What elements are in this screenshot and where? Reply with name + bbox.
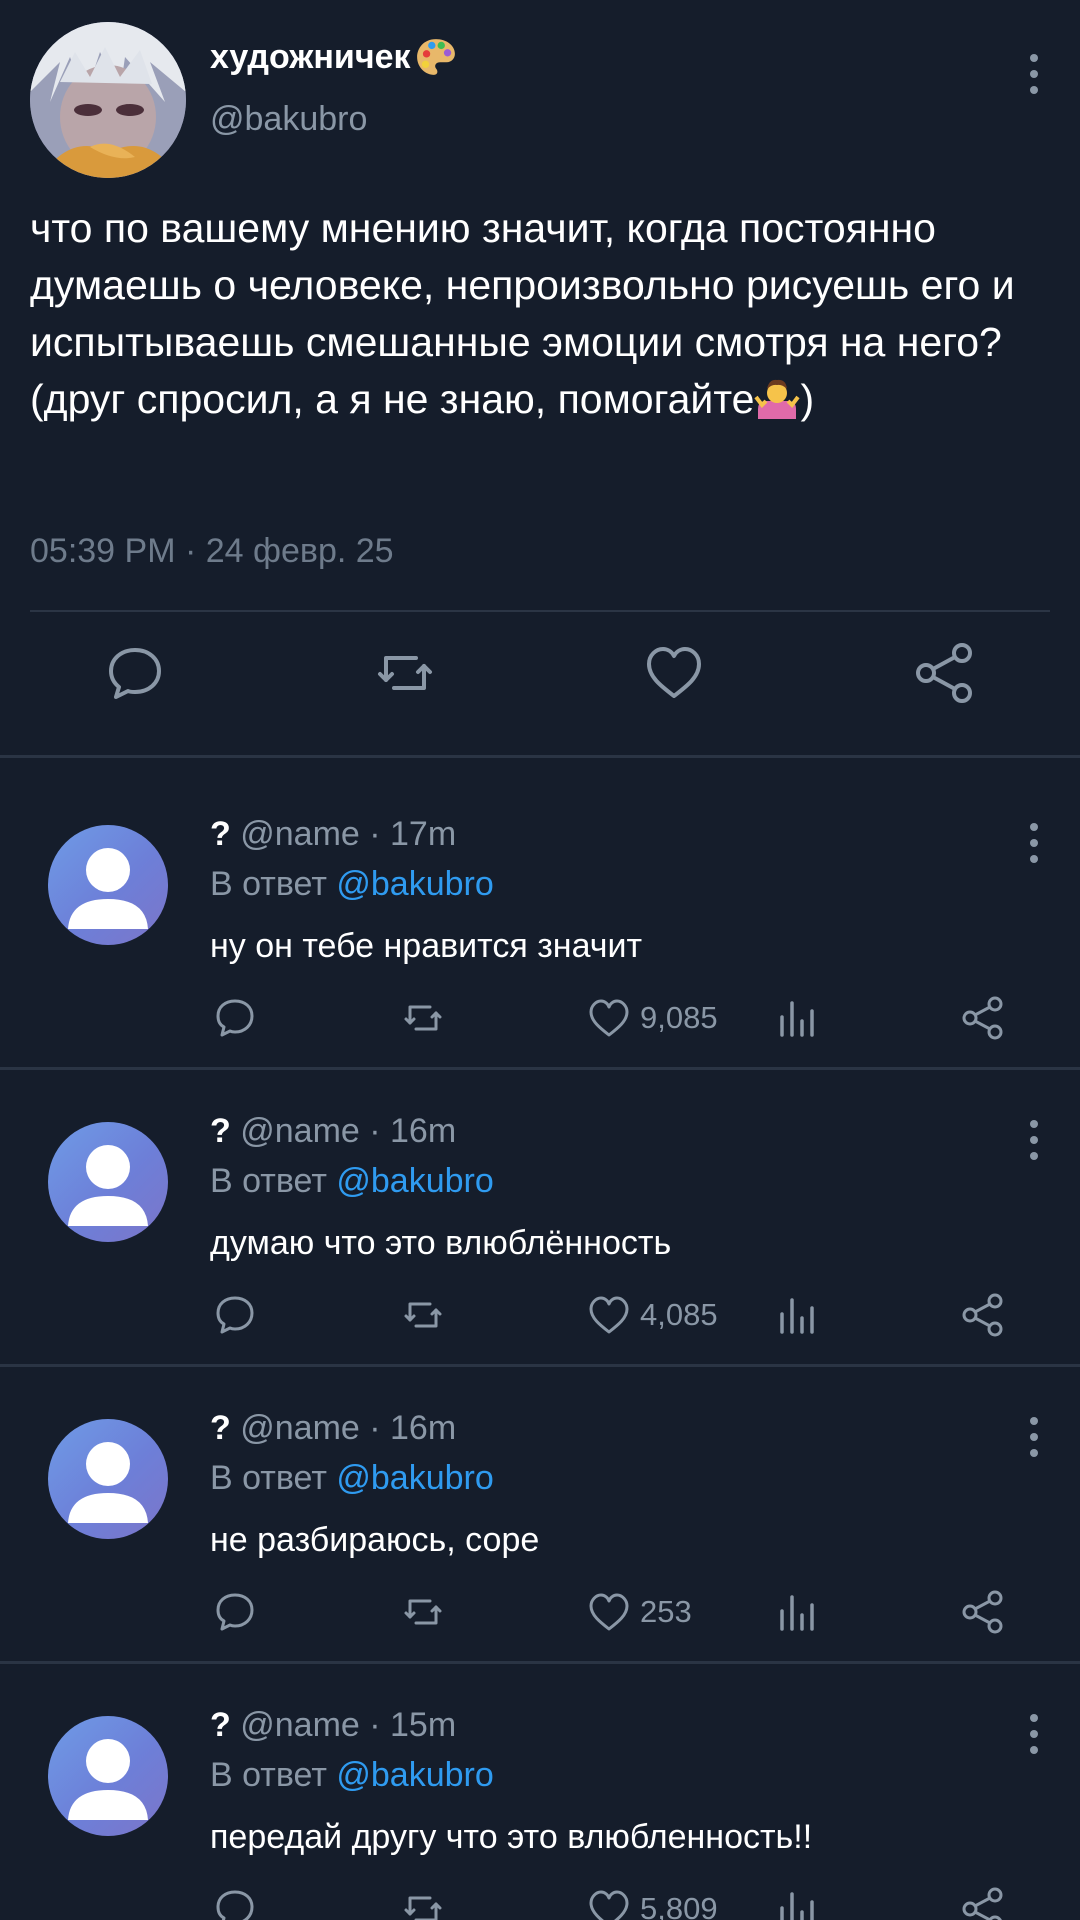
reply-text: не разбираюсь, соре <box>210 1521 540 1559</box>
person-shrugging-icon <box>754 375 801 421</box>
reply-mention-link[interactable]: @bakubro <box>336 1459 493 1497</box>
reply-context: В ответ @bakubro <box>210 1459 494 1498</box>
author-display-name[interactable]: художничек <box>210 36 457 78</box>
reply-mention-link[interactable]: @bakubro <box>336 1162 493 1200</box>
avatar[interactable] <box>48 825 168 945</box>
reply-meta: @name · 17m <box>240 815 457 853</box>
retweet-icon[interactable] <box>400 1292 446 1338</box>
reply-text: передай другу что это влюбленность!! <box>210 1818 813 1856</box>
tweet-text-body: что по вашему мнению значит, когда посто… <box>30 205 1015 422</box>
reply-meta: @name · 15m <box>240 1706 457 1744</box>
heart-icon <box>589 1593 629 1631</box>
reply-item[interactable]: ? @name · 15m В ответ @bakubro передай д… <box>0 1658 1080 1920</box>
reply-meta: @name · 16m <box>240 1409 457 1447</box>
share-icon[interactable] <box>912 640 978 706</box>
reply-author-name[interactable]: ? <box>210 1409 231 1447</box>
more-vertical-icon[interactable] <box>1028 1714 1040 1754</box>
author-avatar[interactable] <box>30 22 186 178</box>
heart-icon <box>589 1890 629 1920</box>
share-icon[interactable] <box>960 995 1006 1041</box>
reply-actions: 253 <box>0 1589 1080 1639</box>
divider <box>30 610 1050 612</box>
reply-context: В ответ @bakubro <box>210 1162 494 1201</box>
reply-prefix: В ответ <box>210 1162 327 1200</box>
like-button[interactable]: 5,809 <box>586 1886 718 1920</box>
reply-header: ? @name · 16m <box>210 1112 456 1151</box>
like-count: 253 <box>640 1594 692 1629</box>
more-vertical-icon[interactable] <box>1028 54 1040 94</box>
reply-prefix: В ответ <box>210 865 327 903</box>
reply-mention-link[interactable]: @bakubro <box>336 865 493 903</box>
tweet-text: что по вашему мнению значит, когда посто… <box>30 200 1060 428</box>
avatar[interactable] <box>48 1419 168 1539</box>
more-vertical-icon[interactable] <box>1028 823 1040 863</box>
more-vertical-icon[interactable] <box>1028 1417 1040 1457</box>
retweet-icon[interactable] <box>400 1886 446 1920</box>
reply-item[interactable]: ? @name · 16m В ответ @bakubro не разбир… <box>0 1361 1080 1658</box>
reply-author-name[interactable]: ? <box>210 1112 231 1150</box>
reply-mention-link[interactable]: @bakubro <box>336 1756 493 1794</box>
like-button[interactable]: 9,085 <box>586 995 718 1041</box>
reply-bubble-icon[interactable] <box>212 1886 258 1920</box>
like-button[interactable]: 4,085 <box>586 1292 718 1338</box>
views-bars-icon[interactable] <box>774 1589 820 1635</box>
tweet-detail-screen: художничек @bakubro что по вашему мнению… <box>0 0 1080 1920</box>
more-vertical-icon[interactable] <box>1028 1120 1040 1160</box>
author-name-text: художничек <box>210 37 411 76</box>
reply-actions: 5,809 <box>0 1886 1080 1920</box>
share-icon[interactable] <box>960 1886 1006 1920</box>
reply-text: думаю что это влюблённость <box>210 1224 672 1262</box>
like-count: 4,085 <box>640 1297 718 1332</box>
retweet-icon[interactable] <box>400 1589 446 1635</box>
like-count: 5,809 <box>640 1891 718 1920</box>
reply-bubble-icon[interactable] <box>212 1292 258 1338</box>
heart-icon <box>589 1296 629 1334</box>
reply-bubble-icon[interactable] <box>102 640 168 706</box>
reply-context: В ответ @bakubro <box>210 865 494 904</box>
views-bars-icon[interactable] <box>774 1292 820 1338</box>
reply-bubble-icon[interactable] <box>212 1589 258 1635</box>
retweet-icon[interactable] <box>400 995 446 1041</box>
reply-header: ? @name · 15m <box>210 1706 456 1745</box>
share-icon[interactable] <box>960 1589 1006 1635</box>
share-icon[interactable] <box>960 1292 1006 1338</box>
reply-author-name[interactable]: ? <box>210 815 231 853</box>
author-handle[interactable]: @bakubro <box>210 100 367 139</box>
reply-actions: 4,085 <box>0 1292 1080 1342</box>
reply-actions: 9,085 <box>0 995 1080 1045</box>
heart-icon[interactable] <box>641 640 707 706</box>
tweet-actions <box>0 640 1080 720</box>
like-count: 9,085 <box>640 1000 718 1035</box>
reply-item[interactable]: ? @name · 17m В ответ @bakubro ну он теб… <box>0 767 1080 1064</box>
like-button[interactable]: 253 <box>586 1589 692 1635</box>
views-bars-icon[interactable] <box>774 995 820 1041</box>
reply-context: В ответ @bakubro <box>210 1756 494 1795</box>
reply-bubble-icon[interactable] <box>212 995 258 1041</box>
divider <box>0 755 1080 758</box>
reply-prefix: В ответ <box>210 1459 327 1497</box>
tweet-text-tail: ) <box>800 376 815 422</box>
tweet-author-row: художничек @bakubro <box>0 0 1080 200</box>
reply-item[interactable]: ? @name · 16m В ответ @bakubro думаю что… <box>0 1064 1080 1361</box>
views-bars-icon[interactable] <box>774 1886 820 1920</box>
heart-icon <box>589 999 629 1037</box>
avatar[interactable] <box>48 1122 168 1242</box>
reply-header: ? @name · 16m <box>210 1409 456 1448</box>
retweet-icon[interactable] <box>372 640 438 706</box>
tweet-timestamp: 05:39 PM · 24 февр. 25 <box>30 532 394 570</box>
reply-meta: @name · 16m <box>240 1112 457 1150</box>
reply-text: ну он тебе нравится значит <box>210 927 643 965</box>
avatar[interactable] <box>48 1716 168 1836</box>
reply-prefix: В ответ <box>210 1756 327 1794</box>
artist-palette-icon <box>415 36 457 78</box>
reply-header: ? @name · 17m <box>210 815 456 854</box>
reply-author-name[interactable]: ? <box>210 1706 231 1744</box>
